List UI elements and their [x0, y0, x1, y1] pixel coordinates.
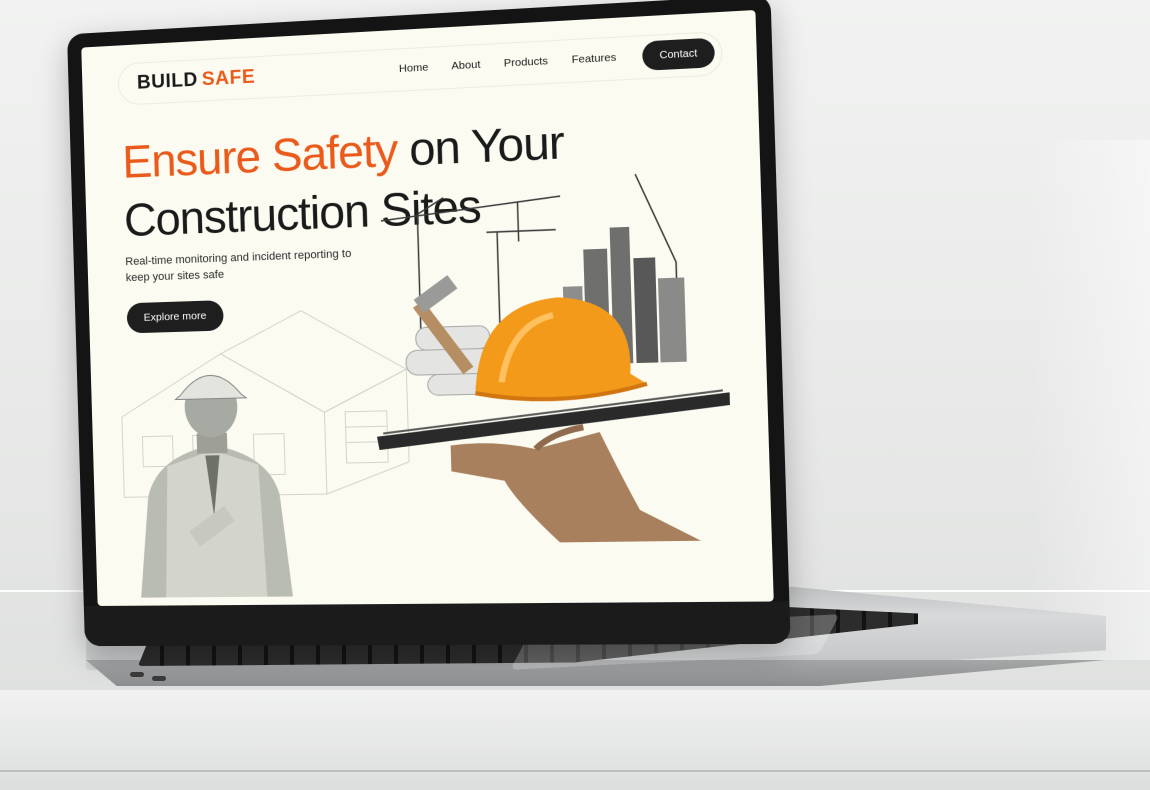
nav-link-products[interactable]: Products	[504, 55, 549, 70]
site-navbar: BUILD SAFE Home About Products Features C…	[117, 31, 723, 106]
logo-part-safe: SAFE	[201, 66, 255, 90]
hand-holding-construction-scene	[369, 160, 734, 545]
construction-worker-image	[124, 342, 303, 598]
background-panel	[1030, 140, 1150, 660]
usb-port	[130, 672, 144, 677]
logo-part-build: BUILD	[137, 69, 198, 93]
screen-bezel-bottom	[84, 601, 791, 646]
site-logo[interactable]: BUILD SAFE	[137, 66, 256, 94]
nav-link-about[interactable]: About	[451, 58, 480, 72]
contact-button[interactable]: Contact	[642, 38, 715, 71]
nav-link-features[interactable]: Features	[571, 51, 616, 66]
laptop-lid: BUILD SAFE Home About Products Features C…	[67, 0, 791, 646]
glass-table	[0, 690, 1150, 790]
hero-subtitle: Real-time monitoring and incident report…	[125, 245, 370, 286]
nav-link-home[interactable]: Home	[399, 61, 429, 75]
headline-accent: Ensure Safety	[122, 124, 398, 188]
nav-links: Home About Products Features	[399, 51, 617, 75]
laptop-screen: BUILD SAFE Home About Products Features C…	[81, 10, 774, 606]
table-edge	[0, 770, 1150, 772]
usb-port	[152, 676, 166, 681]
